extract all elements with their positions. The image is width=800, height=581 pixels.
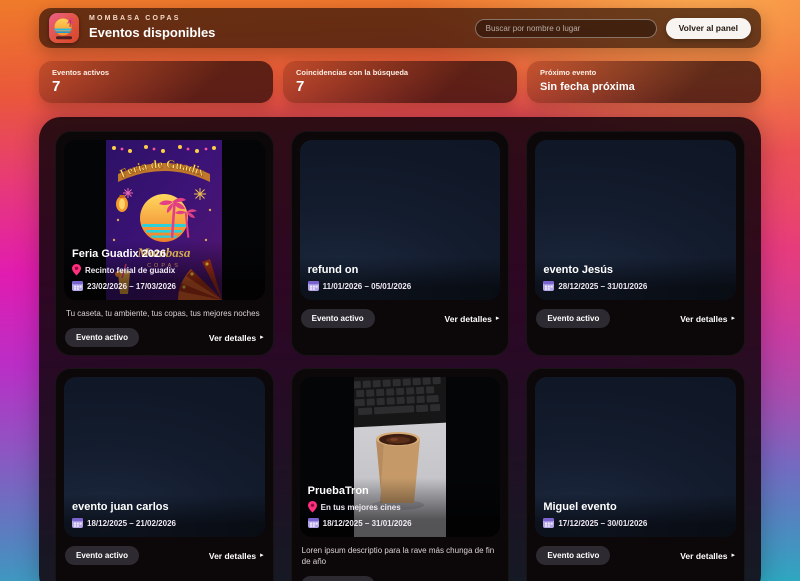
brand-name: MOMBASA COPAS — [89, 15, 215, 24]
event-dates: 17/12/2025 – 30/01/2026 — [558, 519, 647, 528]
event-overlay: Miguel evento 17/12/2025 – 30/01/2026 — [535, 494, 736, 537]
stat-label: Coincidencias con la búsqueda — [296, 68, 504, 77]
event-location: Recinto ferial de guadix — [85, 266, 175, 275]
event-dates-row: 28/12/2025 – 31/01/2026 — [543, 280, 728, 292]
events-grid: Feria de Guadix — [55, 131, 745, 581]
event-location-row: Recinto ferial de guadix — [72, 264, 257, 276]
event-image-cup-photo: PruebaTron En tus mejores cines 18/12/20… — [300, 377, 501, 537]
card-footer: Evento activo Ver detalles ▸ — [300, 309, 501, 328]
event-dates: 23/02/2026 – 17/03/2026 — [87, 282, 176, 291]
event-title: refund on — [308, 264, 493, 276]
status-badge: Evento activo — [301, 576, 375, 581]
event-overlay: evento juan carlos 18/12/2025 – 21/02/20… — [64, 494, 265, 537]
stat-next-event: Próximo evento Sin fecha próxima — [527, 61, 761, 103]
calendar-icon — [308, 280, 319, 292]
card-footer: Evento activo Ver detalles ▸ — [300, 576, 501, 581]
calendar-icon — [543, 517, 554, 529]
calendar-icon — [308, 517, 319, 529]
event-image-placeholder: refund on 11/01/2026 – 05/01/2026 — [300, 140, 501, 300]
card-footer: Evento activo Ver detalles ▸ — [535, 546, 736, 565]
event-dates-row: 17/12/2025 – 30/01/2026 — [543, 517, 728, 529]
event-card-refund-on: refund on 11/01/2026 – 05/01/2026 Evento… — [291, 131, 510, 356]
calendar-icon — [543, 280, 554, 292]
event-image-feria-poster: Feria de Guadix — [64, 140, 265, 300]
card-footer: Evento activo Ver detalles ▸ — [535, 309, 736, 328]
event-overlay: PruebaTron En tus mejores cines 18/12/20… — [300, 478, 501, 537]
event-description: Loren ipsum descriptio para la rave más … — [302, 546, 499, 567]
view-details-link[interactable]: Ver detalles ▸ — [445, 314, 500, 324]
status-badge: Evento activo — [536, 309, 610, 328]
stat-label: Próximo evento — [540, 68, 748, 77]
status-badge: Evento activo — [536, 546, 610, 565]
event-location: En tus mejores cines — [321, 503, 401, 512]
event-image-placeholder: Miguel evento 17/12/2025 – 30/01/2026 — [535, 377, 736, 537]
event-overlay: refund on 11/01/2026 – 05/01/2026 — [300, 257, 501, 300]
event-dates-row: 11/01/2026 – 05/01/2026 — [308, 280, 493, 292]
chevron-right-icon: ▸ — [731, 315, 735, 322]
status-badge: Evento activo — [301, 309, 375, 328]
page-shell: MOMBASA COPAS Eventos disponibles Volver… — [39, 0, 761, 581]
event-location-row: En tus mejores cines — [308, 501, 493, 513]
event-dates-row: 18/12/2025 – 31/01/2026 — [308, 517, 493, 529]
location-pin-icon — [72, 264, 81, 276]
stat-value: 7 — [52, 79, 260, 94]
brand-logo-icon — [49, 13, 79, 43]
calendar-icon — [72, 517, 83, 529]
stats-row: Eventos activos 7 Coincidencias con la b… — [39, 61, 761, 103]
event-dates-row: 23/02/2026 – 17/03/2026 — [72, 280, 257, 292]
event-card-evento-juan-carlos: evento juan carlos 18/12/2025 – 21/02/20… — [55, 368, 274, 581]
event-title: evento Jesús — [543, 264, 728, 276]
chevron-right-icon: ▸ — [496, 315, 500, 322]
event-dates: 28/12/2025 – 31/01/2026 — [558, 282, 647, 291]
page-title: Eventos disponibles — [89, 25, 215, 41]
events-panel: Feria de Guadix — [39, 117, 761, 581]
card-footer: Evento activo Ver detalles ▸ — [64, 328, 265, 347]
event-card-evento-jesus: evento Jesús 28/12/2025 – 31/01/2026 Eve… — [526, 131, 745, 356]
status-badge: Evento activo — [65, 546, 139, 565]
chevron-right-icon: ▸ — [260, 552, 264, 559]
event-dates: 18/12/2025 – 31/01/2026 — [323, 519, 412, 528]
stat-active-events: Eventos activos 7 — [39, 61, 273, 103]
view-details-link[interactable]: Ver detalles ▸ — [680, 314, 735, 324]
event-dates: 18/12/2025 – 21/02/2026 — [87, 519, 176, 528]
view-details-link[interactable]: Ver detalles ▸ — [209, 551, 264, 561]
status-badge: Evento activo — [65, 328, 139, 347]
chevron-right-icon: ▸ — [260, 334, 264, 341]
stat-value: 7 — [296, 79, 504, 94]
event-title: Feria Guadix 2026 — [72, 248, 257, 260]
event-overlay: evento Jesús 28/12/2025 – 31/01/2026 — [535, 257, 736, 300]
location-pin-icon — [308, 501, 317, 513]
top-bar: MOMBASA COPAS Eventos disponibles Volver… — [39, 8, 761, 48]
view-details-link[interactable]: Ver detalles ▸ — [680, 551, 735, 561]
back-to-panel-button[interactable]: Volver al panel — [666, 18, 751, 39]
brand-block: MOMBASA COPAS Eventos disponibles — [89, 15, 215, 41]
view-details-link[interactable]: Ver detalles ▸ — [209, 333, 264, 343]
event-title: PruebaTron — [308, 485, 493, 497]
event-title: evento juan carlos — [72, 501, 257, 513]
card-footer: Evento activo Ver detalles ▸ — [64, 546, 265, 565]
chevron-right-icon: ▸ — [731, 552, 735, 559]
event-dates: 11/01/2026 – 05/01/2026 — [323, 282, 412, 291]
stat-label: Eventos activos — [52, 68, 260, 77]
event-dates-row: 18/12/2025 – 21/02/2026 — [72, 517, 257, 529]
stat-search-matches: Coincidencias con la búsqueda 7 — [283, 61, 517, 103]
search-input[interactable] — [475, 19, 657, 38]
event-description: Tu caseta, tu ambiente, tus copas, tus m… — [66, 309, 263, 319]
event-title: Miguel evento — [543, 501, 728, 513]
event-image-placeholder: evento juan carlos 18/12/2025 – 21/02/20… — [64, 377, 265, 537]
event-card-feria-guadix: Feria de Guadix — [55, 131, 274, 356]
stat-value: Sin fecha próxima — [540, 82, 748, 93]
event-card-miguel-evento: Miguel evento 17/12/2025 – 30/01/2026 Ev… — [526, 368, 745, 581]
event-image-placeholder: evento Jesús 28/12/2025 – 31/01/2026 — [535, 140, 736, 300]
calendar-icon — [72, 280, 83, 292]
event-card-pruebatron: PruebaTron En tus mejores cines 18/12/20… — [291, 368, 510, 581]
event-overlay: Feria Guadix 2026 Recinto ferial de guad… — [64, 241, 265, 300]
